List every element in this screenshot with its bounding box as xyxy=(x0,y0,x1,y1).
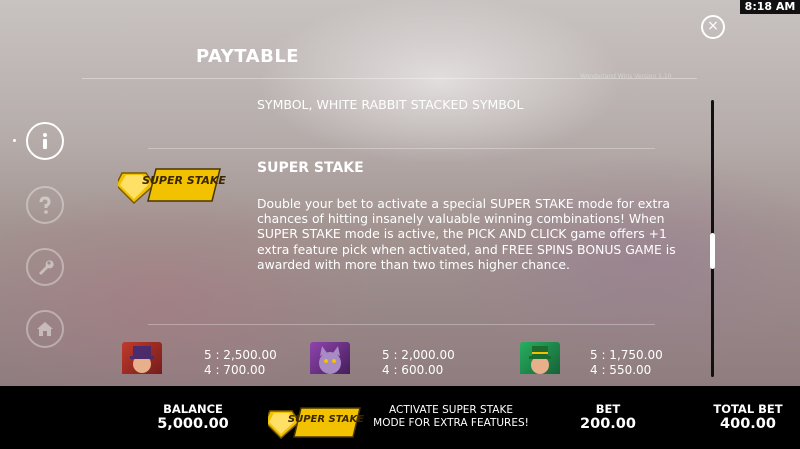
section-divider-bottom xyxy=(148,324,655,325)
symbol-pay-5: 5 : 2,500.00 xyxy=(204,348,277,362)
total-bet-display: TOTAL BET 400.00 xyxy=(702,402,794,432)
super-stake-logo: SUPER STAKE xyxy=(115,165,228,211)
section-divider-top xyxy=(148,148,655,149)
bottom-bar: BALANCE 5,000.00 SUPER STAKE ACTIVATE SU… xyxy=(0,386,800,449)
symbol-pay-4: 4 : 550.00 xyxy=(590,363,652,374)
super-stake-icon: SUPER STAKE xyxy=(264,407,364,440)
previous-section-text: SYMBOL, WHITE RABBIT STACKED SYMBOL xyxy=(257,97,524,112)
nav-settings-button[interactable] xyxy=(26,248,64,286)
status-bar-time: 8:18 AM xyxy=(740,0,800,14)
symbol-pay-5: 5 : 2,000.00 xyxy=(382,348,455,362)
svg-text:SUPER STAKE: SUPER STAKE xyxy=(142,174,226,187)
content-scrollbar[interactable] xyxy=(710,100,715,377)
hatter-symbol-icon xyxy=(122,342,162,374)
symbol-pay-5: 5 : 1,750.00 xyxy=(590,348,663,362)
nav-info-button[interactable] xyxy=(26,122,64,160)
cheshire-cat-symbol-icon xyxy=(310,342,350,374)
symbol-pay-4: 4 : 600.00 xyxy=(382,363,444,374)
total-bet-label: TOTAL BET xyxy=(713,402,783,416)
total-bet-value: 400.00 xyxy=(720,416,776,432)
wrench-icon xyxy=(39,260,54,275)
nav-home-button[interactable] xyxy=(26,310,64,348)
feature-title: SUPER STAKE xyxy=(257,160,364,176)
home-icon xyxy=(37,322,53,336)
feature-description: Double your bet to activate a special SU… xyxy=(257,196,676,272)
nav-help-button[interactable] xyxy=(26,186,64,224)
bet-value: 200.00 xyxy=(580,416,636,432)
info-icon xyxy=(43,133,47,149)
page-title: PAYTABLE xyxy=(196,46,300,67)
scroll-thumb[interactable] xyxy=(710,233,715,269)
bet-display[interactable]: BET 200.00 xyxy=(568,402,648,432)
question-icon xyxy=(39,196,51,214)
balance-label: BALANCE xyxy=(163,402,223,416)
leprechaun-symbol-icon xyxy=(520,342,560,374)
svg-text:SUPER STAKE: SUPER STAKE xyxy=(288,414,364,425)
bet-label: BET xyxy=(595,402,621,416)
balance-display: BALANCE 5,000.00 xyxy=(148,402,238,432)
title-divider xyxy=(82,78,697,79)
symbol-pay-4: 4 : 700.00 xyxy=(204,363,266,374)
nav-indicator-dot xyxy=(13,139,16,142)
super-stake-toggle-button[interactable]: SUPER STAKE xyxy=(264,404,364,446)
symbol-paytable-row: 5 : 2,500.00 4 : 700.00 5 : 2,000.00 4 :… xyxy=(110,338,710,374)
close-button[interactable]: × xyxy=(701,15,725,39)
promo-text: ACTIVATE SUPER STAKE MODE FOR EXTRA FEAT… xyxy=(373,404,529,429)
balance-value: 5,000.00 xyxy=(157,416,229,432)
